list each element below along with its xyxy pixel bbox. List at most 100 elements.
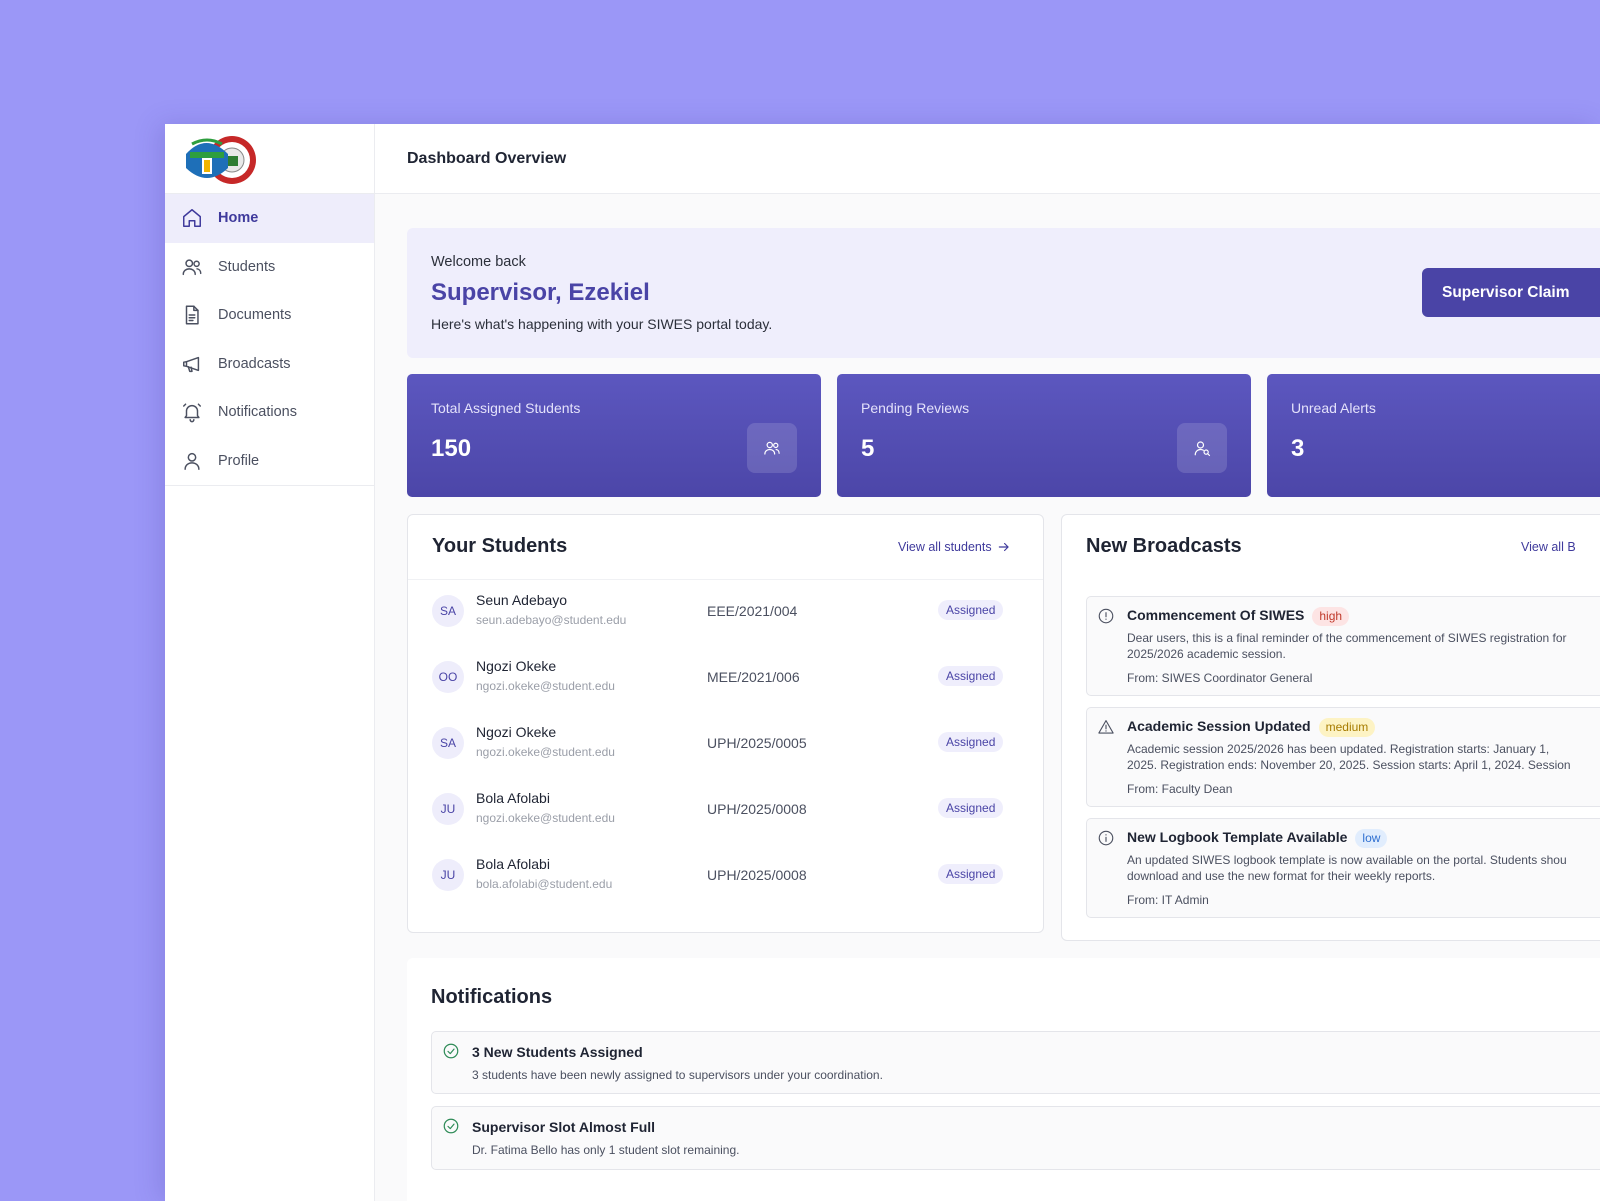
avatar: SA [432, 727, 464, 759]
users-icon [182, 259, 202, 275]
warning-triangle-icon [1098, 720, 1114, 734]
table-row[interactable]: JU Bola Afolabi bola.afolabi@student.edu… [408, 843, 1043, 909]
app-window: Home Students Documents Broadcasts Notif… [165, 124, 1600, 1201]
broadcast-item[interactable]: New Logbook Template Available low An upd… [1086, 818, 1600, 918]
notification-body: 3 students have been newly assigned to s… [472, 1068, 883, 1082]
stat-label: Unread Alerts [1291, 400, 1376, 416]
welcome-greeting: Welcome back [431, 254, 526, 270]
main-content: Dashboard Overview Welcome back Supervis… [375, 124, 1600, 1201]
sidebar-item-documents[interactable]: Documents [165, 291, 374, 340]
notification-title: Supervisor Slot Almost Full [472, 1119, 656, 1135]
notification-title: 3 New Students Assigned [472, 1044, 643, 1060]
broadcast-body-line: 2025. Registration ends: November 20, 20… [1127, 758, 1571, 772]
broadcasts-card: New Broadcasts View all B Commencement O… [1061, 514, 1600, 941]
broadcast-sender: From: SIWES Coordinator General [1127, 671, 1313, 685]
broadcast-title: Academic Session Updated [1127, 718, 1311, 734]
stat-card-pending-reviews: Pending Reviews 5 [837, 374, 1251, 497]
notification-item[interactable]: 3 New Students Assigned 3 students have … [431, 1031, 1600, 1094]
top-bar: Dashboard Overview [375, 124, 1600, 194]
welcome-user-name: Supervisor, Ezekiel [431, 279, 650, 306]
sidebar-item-label: Students [218, 258, 276, 275]
sidebar-item-label: Broadcasts [218, 355, 291, 372]
sidebar-item-profile[interactable]: Profile [165, 437, 374, 486]
students-card: Your Students View all students SA Seun … [407, 514, 1044, 933]
broadcast-body-line: Dear users, this is a final reminder of … [1127, 631, 1567, 645]
student-name: Seun Adebayo [476, 592, 568, 608]
table-row[interactable]: JU Bola Afolabi ngozi.okeke@student.edu … [408, 777, 1043, 843]
users-icon [764, 441, 780, 455]
stat-value: 5 [861, 435, 875, 462]
student-email: ngozi.okeke@student.edu [476, 745, 615, 759]
welcome-subtitle: Here's what's happening with your SIWES … [431, 316, 773, 332]
notification-item[interactable]: Supervisor Slot Almost Full Dr. Fatima B… [431, 1106, 1600, 1170]
logo-area [165, 124, 374, 194]
megaphone-icon [183, 356, 200, 372]
broadcast-body-line: An updated SIWES logbook template is now… [1127, 853, 1567, 867]
broadcast-body-line: download and use the new format for thei… [1127, 869, 1436, 883]
stat-value: 3 [1291, 435, 1305, 462]
stat-label: Total Assigned Students [431, 400, 581, 416]
sidebar-item-label: Profile [218, 452, 260, 469]
table-row[interactable]: OO Ngozi Okeke ngozi.okeke@student.edu M… [408, 645, 1043, 711]
stat-value: 150 [431, 435, 472, 462]
info-circle-icon [1098, 608, 1114, 624]
view-all-broadcasts-link[interactable]: View all B [1521, 540, 1576, 554]
broadcast-body-line: 2025/2026 academic session. [1127, 647, 1286, 661]
sidebar-item-students[interactable]: Students [165, 243, 374, 292]
check-circle-icon [443, 1118, 459, 1134]
bell-icon [183, 403, 201, 423]
priority-badge: medium [1318, 718, 1376, 737]
view-all-students-link[interactable]: View all students [898, 540, 1011, 554]
sidebar-item-label: Home [218, 210, 259, 227]
student-matric: UPH/2025/0005 [707, 735, 807, 751]
sidebar: Home Students Documents Broadcasts Notif… [165, 124, 375, 1201]
view-all-broadcasts-label: View all B [1521, 540, 1576, 554]
sidebar-item-label: Notifications [218, 404, 297, 421]
student-matric: EEE/2021/004 [707, 603, 798, 619]
student-email: seun.adebayo@student.edu [476, 613, 627, 627]
status-badge: Assigned [938, 600, 1004, 620]
student-email: ngozi.okeke@student.edu [476, 811, 615, 825]
student-email: ngozi.okeke@student.edu [476, 679, 615, 693]
student-name: Ngozi Okeke [476, 658, 557, 674]
arrow-right-icon [998, 542, 1009, 552]
check-circle-icon [443, 1043, 459, 1059]
student-name: Bola Afolabi [476, 856, 550, 872]
student-name: Ngozi Okeke [476, 724, 557, 740]
broadcast-body: Dear users, this is a final reminder of … [1127, 630, 1597, 662]
sidebar-item-broadcasts[interactable]: Broadcasts [165, 340, 374, 389]
avatar: SA [432, 595, 464, 627]
table-row[interactable]: SA Ngozi Okeke ngozi.okeke@student.edu U… [408, 711, 1043, 777]
supervisor-claim-button[interactable]: Supervisor Claim [1422, 268, 1600, 317]
sidebar-nav: Home Students Documents Broadcasts Notif… [165, 194, 374, 486]
broadcast-title-line: Commencement Of SIWES high [1127, 607, 1350, 626]
priority-badge: low [1355, 829, 1388, 848]
sidebar-item-home[interactable]: Home [165, 194, 374, 243]
broadcast-sender: From: Faculty Dean [1127, 782, 1233, 796]
broadcasts-card-title: New Broadcasts [1086, 535, 1242, 557]
avatar: JU [432, 793, 464, 825]
stat-card-total-students: Total Assigned Students 150 [407, 374, 821, 497]
university-crest-logo[interactable] [182, 134, 258, 186]
broadcast-title-line: New Logbook Template Available low [1127, 829, 1388, 848]
table-row[interactable]: SA Seun Adebayo seun.adebayo@student.edu… [408, 579, 1043, 645]
student-matric: UPH/2025/0008 [707, 801, 807, 817]
broadcast-body-line: Academic session 2025/2026 has been upda… [1127, 742, 1550, 756]
priority-badge: high [1312, 607, 1350, 626]
home-icon [183, 209, 201, 228]
info-circle-icon [1098, 830, 1114, 846]
status-badge: Assigned [938, 666, 1004, 686]
page-title: Dashboard Overview [407, 149, 567, 167]
sidebar-item-notifications[interactable]: Notifications [165, 388, 374, 437]
document-icon [185, 305, 199, 325]
student-matric: MEE/2021/006 [707, 669, 800, 685]
broadcast-title: Commencement Of SIWES [1127, 607, 1305, 623]
notifications-card: Notifications 3 New Students Assigned 3 … [407, 958, 1600, 1201]
broadcast-title: New Logbook Template Available [1127, 829, 1348, 845]
avatar: JU [432, 859, 464, 891]
user-icon [184, 452, 200, 470]
stat-icon-box [1177, 423, 1227, 473]
broadcast-item[interactable]: Academic Session Updated medium Academic … [1086, 707, 1600, 807]
broadcast-item[interactable]: Commencement Of SIWES high Dear users, th… [1086, 596, 1600, 696]
student-matric: UPH/2025/0008 [707, 867, 807, 883]
